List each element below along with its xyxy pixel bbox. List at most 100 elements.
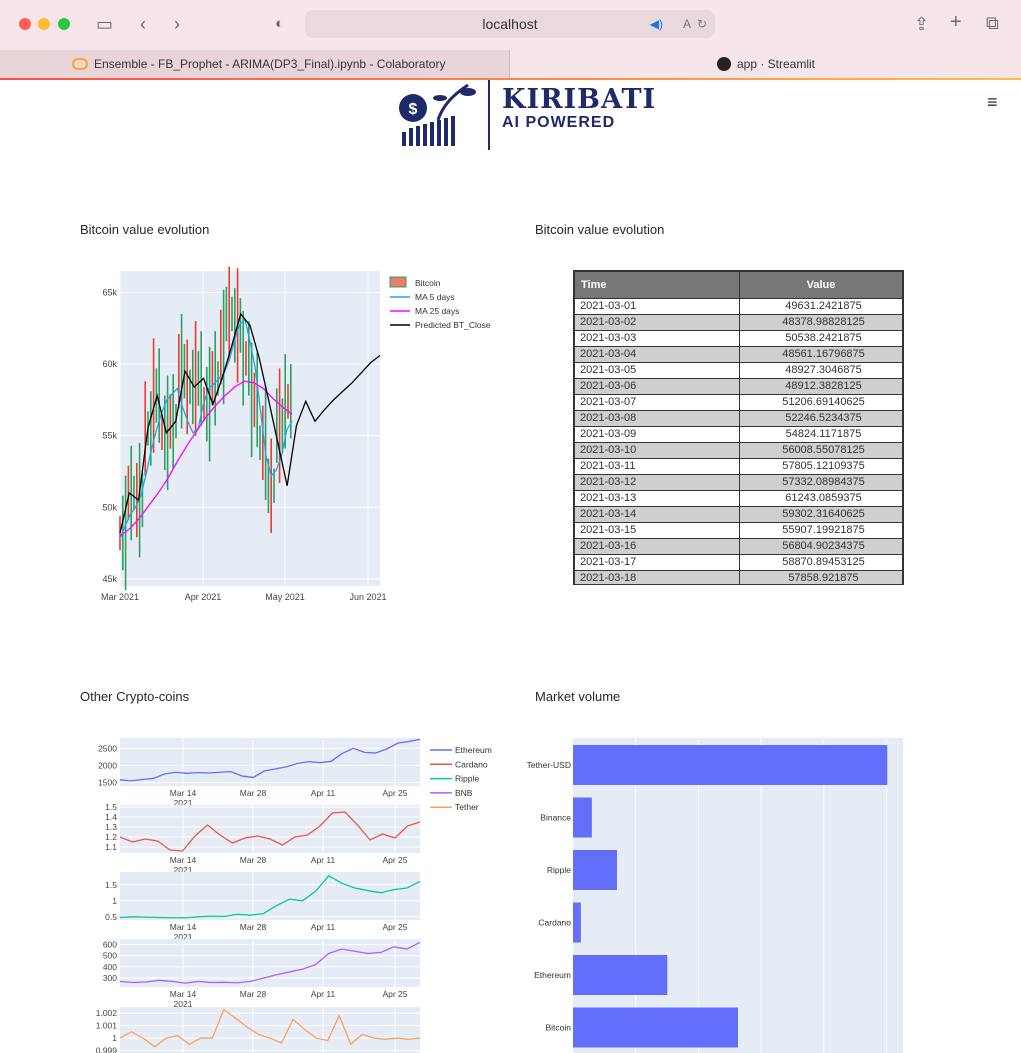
value-cell: 48561.16796875: [739, 346, 903, 363]
x-tick-label: Mar 28: [240, 922, 267, 932]
x-tick-label: Apr 11: [311, 922, 336, 932]
address-bar[interactable]: localhost ◀) A ↻: [305, 10, 715, 38]
other-coins-chart[interactable]: 150020002500Mar 142021Mar 28 Apr 11 Apr 25…: [80, 735, 520, 1053]
x-tick-label: Mar 14: [170, 989, 197, 999]
sidebar-icon[interactable]: ▭: [96, 14, 113, 34]
btc-chart-title: Bitcoin value evolution: [80, 222, 210, 237]
table-row[interactable]: 2021-03-13 61243.0859375: [574, 490, 903, 507]
minimize-window-button[interactable]: [38, 18, 50, 30]
maximize-window-button[interactable]: [58, 18, 70, 30]
value-cell: 48378.98828125: [739, 314, 903, 331]
bar-tether-usd: [573, 745, 888, 785]
x-tick-label: Mar 28: [240, 855, 267, 865]
time-cell: 2021-03-07: [574, 394, 740, 411]
table-row[interactable]: 2021-03-10 56008.55078125: [574, 442, 903, 459]
x-tick-label: Mar 28: [240, 788, 267, 798]
y-tick-label: 45k: [102, 574, 117, 584]
table-header-time[interactable]: Time: [574, 271, 740, 299]
value-cell: 56008.55078125: [739, 442, 903, 459]
time-cell: 2021-03-10: [574, 442, 740, 459]
legend-label: Ripple: [455, 774, 479, 784]
back-icon[interactable]: ‹: [140, 14, 146, 34]
y-tick-label: 60k: [102, 359, 117, 369]
subplot-area: [120, 1007, 420, 1053]
subplot-area: [120, 738, 420, 786]
legend-label: BNB: [455, 788, 473, 798]
table-row[interactable]: 2021-03-17 58870.89453125: [574, 554, 903, 571]
tab-label: app · Streamlit: [736, 57, 816, 71]
bar-ripple: [573, 850, 617, 890]
bar-binance: [573, 797, 592, 838]
table-row[interactable]: 2021-03-14 59302.31640625: [574, 506, 903, 523]
new-tab-icon[interactable]: +: [950, 12, 962, 32]
value-cell: 57805.12109375: [739, 458, 903, 475]
y-tick-label: 1500: [98, 778, 117, 788]
forward-icon[interactable]: ›: [174, 14, 180, 34]
legend-swatch: [389, 276, 407, 288]
table-row[interactable]: 2021-03-03 50538.2421875: [574, 330, 903, 347]
y-tick-label: 1.001: [96, 1021, 118, 1031]
table-row[interactable]: 2021-03-09 54824.1171875: [574, 426, 903, 443]
y-tick-label: 0.5: [105, 912, 117, 922]
url-text: localhost: [482, 16, 538, 32]
logo-divider: [488, 80, 490, 150]
tab-colab[interactable]: Ensemble - FB_Prophet - ARIMA(DP3_Final)…: [0, 50, 510, 79]
close-window-button[interactable]: [19, 18, 31, 30]
translate-icon[interactable]: A: [683, 10, 691, 38]
table-row[interactable]: 2021-03-07 51206.69140625: [574, 394, 903, 411]
table-row[interactable]: 2021-03-15 55907.19921875: [574, 522, 903, 539]
table-row[interactable]: 2021-03-12 57332.08984375: [574, 474, 903, 491]
y-tick-label: 1: [112, 1033, 117, 1043]
bitcoin-table[interactable]: Time Value 2021-03-01 49631.2421875 2021-0…: [573, 270, 904, 585]
y-tick-label: Ripple: [547, 865, 571, 875]
speaker-icon[interactable]: ◀): [650, 10, 663, 38]
table-row[interactable]: 2021-03-08 52246.5234375: [574, 410, 903, 427]
time-cell: 2021-03-06: [574, 378, 740, 395]
y-tick-label: 600: [103, 940, 117, 950]
y-tick-label: 65k: [102, 287, 117, 297]
table-header-value[interactable]: Value: [739, 271, 903, 299]
bar-cardano: [573, 902, 581, 943]
legend-label: Cardano: [455, 759, 488, 769]
plot-area: [573, 738, 903, 1053]
table-row[interactable]: 2021-03-05 48927.3046875: [574, 362, 903, 379]
tabs-overview-icon[interactable]: ⧉: [986, 13, 999, 33]
share-icon[interactable]: ⇪: [914, 14, 929, 34]
table-row[interactable]: 2021-03-06 48912.3828125: [574, 378, 903, 395]
bitcoin-chart[interactable]: 45k 50k 55k 60k 65k Mar 2021 Apr 2021 May 2021 J…: [80, 265, 520, 605]
x-tick-label: Mar 2021: [101, 592, 139, 602]
table-row[interactable]: 2021-03-04 48561.16796875: [574, 346, 903, 363]
table-row[interactable]: 2021-03-18 57858.921875: [574, 570, 903, 584]
time-cell: 2021-03-02: [574, 314, 740, 331]
logo-title: KIRIBATI: [502, 84, 657, 115]
reload-icon[interactable]: ↻: [697, 10, 707, 38]
y-tick-label: 300: [103, 973, 117, 983]
x-tick-label: Mar 14: [170, 788, 197, 798]
x-tick-label: Mar 28: [240, 989, 267, 999]
value-cell: 49631.2421875: [739, 298, 903, 315]
table-row[interactable]: 2021-03-11 57805.12109375: [574, 458, 903, 475]
table-row[interactable]: 2021-03-16 56804.90234375: [574, 538, 903, 555]
y-tick-label: 1.3: [105, 822, 117, 832]
time-cell: 2021-03-12: [574, 474, 740, 491]
x-tick-label: Mar 14: [170, 922, 197, 932]
value-cell: 55907.19921875: [739, 522, 903, 539]
y-tick-label: 55k: [102, 431, 117, 441]
table-row[interactable]: 2021-03-01 49631.2421875: [574, 298, 903, 315]
x-tick-label: May 2021: [265, 592, 305, 602]
legend-label: Ethereum: [455, 745, 492, 755]
hamburger-menu-icon[interactable]: ≡: [987, 92, 998, 113]
browser-chrome: ▭ ‹ › ◐ localhost ◀) A ↻ ⇪ + ⧉ Ensemble …: [0, 0, 1021, 80]
shield-icon[interactable]: ◐: [275, 14, 284, 34]
time-cell: 2021-03-01: [574, 298, 740, 315]
time-cell: 2021-03-04: [574, 346, 740, 363]
streamlit-icon: [716, 57, 731, 71]
value-cell: 56804.90234375: [739, 538, 903, 555]
y-tick-label: 50k: [102, 502, 117, 512]
time-cell: 2021-03-05: [574, 362, 740, 379]
table-row[interactable]: 2021-03-02 48378.98828125: [574, 314, 903, 331]
x-tick-label: Apr 11: [311, 989, 336, 999]
tab-streamlit[interactable]: app · Streamlit: [511, 50, 1021, 79]
market-volume-chart[interactable]: Tether-USD Binance Ripple Cardano Ethereum Bi…: [500, 735, 920, 1053]
value-cell: 48912.3828125: [739, 378, 903, 395]
